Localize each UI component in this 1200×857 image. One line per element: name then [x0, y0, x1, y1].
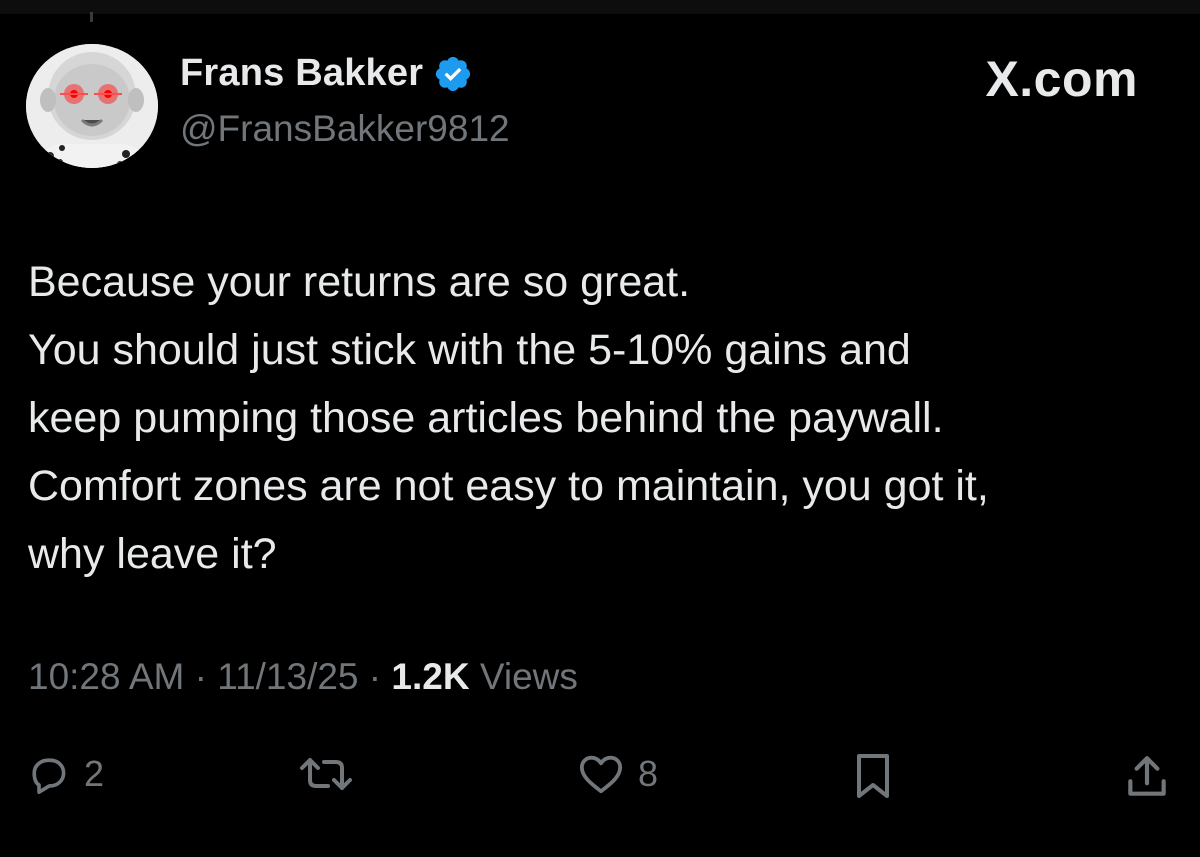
- avatar[interactable]: [26, 44, 158, 168]
- tweet-text-line: keep pumping those articles behind the p…: [28, 394, 944, 442]
- heart-icon: [579, 755, 623, 794]
- tweet-text-line: Comfort zones are not easy to maintain, …: [28, 462, 989, 510]
- like-button[interactable]: 8: [578, 752, 658, 796]
- tweet-meta: 10:28 AM · 11/13/25 · 1.2K Views: [28, 656, 578, 698]
- reply-button[interactable]: 2: [26, 752, 104, 796]
- author-name[interactable]: Frans Bakker: [180, 52, 423, 95]
- like-count: 8: [638, 753, 659, 794]
- top-strip: [0, 0, 1200, 14]
- meta-separator: ·: [194, 656, 207, 697]
- tweet-text-line: You should just stick with the 5-10% gai…: [28, 326, 911, 374]
- bookmark-icon: [857, 754, 889, 798]
- bookmark-button[interactable]: [850, 752, 896, 800]
- views-label: Views: [479, 656, 578, 697]
- repost-button[interactable]: [298, 752, 354, 796]
- tweet-date[interactable]: 11/13/25: [217, 656, 358, 697]
- reply-icon: [32, 758, 66, 794]
- tweet-time[interactable]: 10:28 AM: [28, 656, 184, 697]
- repost-icon: [300, 758, 352, 790]
- author-handle[interactable]: @FransBakker9812: [180, 108, 510, 150]
- share-icon: [1128, 756, 1166, 796]
- tweet-text-line: Because your returns are so great.: [28, 258, 691, 306]
- tweet-text: Because your returns are so great. You s…: [28, 248, 1178, 588]
- brand-watermark: X.com: [985, 51, 1138, 107]
- tweet-text-line: why leave it?: [28, 530, 277, 578]
- meta-separator: ·: [368, 656, 382, 697]
- avatar-image: [26, 44, 158, 168]
- author-name-row[interactable]: Frans Bakker: [180, 52, 473, 95]
- top-marker: [90, 12, 93, 22]
- verified-badge-icon: [433, 54, 473, 94]
- share-button[interactable]: [1122, 752, 1172, 802]
- reply-count: 2: [84, 753, 105, 794]
- views-count: 1.2K: [391, 656, 470, 697]
